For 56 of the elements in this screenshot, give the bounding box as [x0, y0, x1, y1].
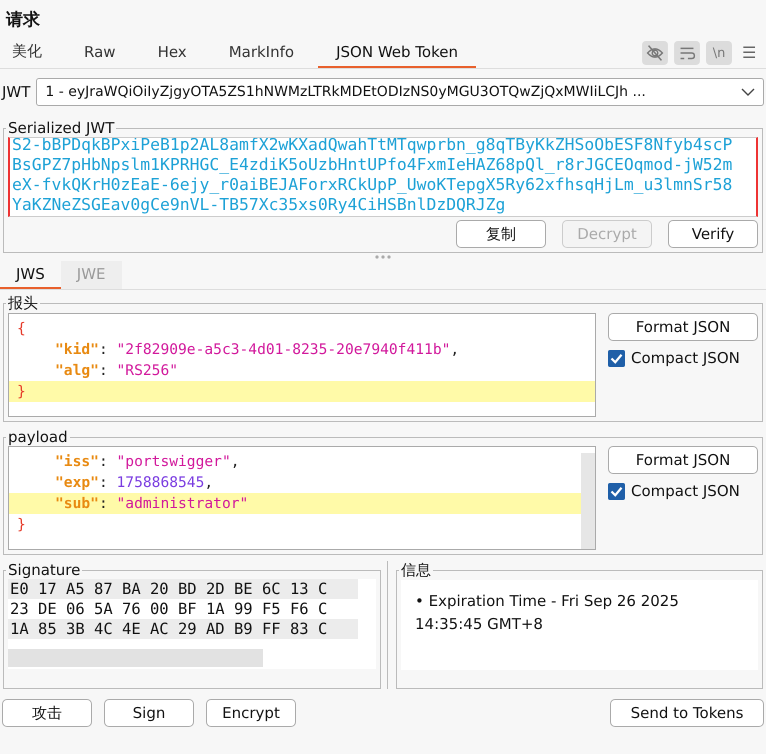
code-key: "exp"	[55, 474, 99, 491]
format-json-button[interactable]: Format JSON	[608, 446, 758, 474]
menu-button[interactable]: ☰	[738, 43, 760, 63]
json-editor[interactable]: { "kid": "2f82909e-a5c3-4d01-8235-20e7940f411b", "alg": "RS256" }	[8, 313, 596, 417]
format-json-button[interactable]: Format JSON	[608, 313, 758, 341]
code-colon: :	[98, 362, 109, 379]
editor-tab[interactable]: Raw	[66, 38, 134, 68]
scrollbar[interactable]	[581, 453, 595, 549]
editor-tab[interactable]: MarkInfo	[210, 38, 312, 68]
code-value: "2f82909e-a5c3-4d01-8235-20e7940f411b"	[116, 341, 450, 358]
section-legend: 信息	[399, 561, 433, 580]
section-legend: Serialized JWT	[6, 119, 116, 137]
code-key: "kid"	[55, 341, 99, 358]
send-to-tokens-button[interactable]: Send to Tokens	[610, 699, 764, 727]
code-brace: }	[17, 516, 26, 533]
code-value: "administrator"	[116, 495, 248, 512]
code-colon: :	[98, 495, 109, 512]
editor-tab[interactable]: Hex	[140, 38, 205, 68]
editor-tab[interactable]: JSON Web Token	[318, 38, 476, 68]
section-legend: 报头	[6, 294, 40, 313]
action-button[interactable]: Sign	[104, 699, 194, 727]
section-legend: payload	[6, 428, 70, 446]
info-text: • Expiration Time - Fri Sep 26 2025 14:35:45 GMT+8	[415, 591, 680, 635]
code-brace: }	[17, 383, 26, 400]
code-value: "RS256"	[116, 362, 178, 379]
jwt-dropdown[interactable]: 1 - eyJraWQiOiIyZjgyOTA5ZS1hNWMzLTRkMDEtODIzNS0yMGU3OTQwZjQxMWIiLCJh ...	[36, 78, 764, 106]
code-value: "portswigger"	[116, 453, 231, 470]
action-button[interactable]: 攻击	[2, 699, 92, 727]
code-key: "alg"	[55, 362, 99, 379]
code-colon: :	[98, 474, 109, 491]
action-button[interactable]: 复制	[456, 220, 546, 248]
section-legend: Signature	[6, 561, 82, 579]
code-key: "sub"	[55, 495, 99, 512]
scrollbar[interactable]	[8, 649, 263, 667]
code-comma: ,	[204, 474, 214, 491]
code-brace: {	[17, 320, 26, 337]
code-key: "iss"	[55, 453, 99, 470]
checkbox-label: Compact JSON	[631, 482, 740, 500]
action-button[interactable]: Verify	[668, 220, 758, 248]
compact-json-checkbox[interactable]	[608, 350, 625, 366]
code-value: 1758868545	[116, 474, 204, 491]
caret-icon	[741, 88, 755, 96]
splitter-handle-icon[interactable]	[375, 255, 391, 259]
jwt-label: JWT	[2, 83, 30, 101]
code-colon: :	[98, 453, 109, 470]
compact-json-checkbox[interactable]	[608, 482, 625, 500]
editor-tab[interactable]: 美化	[0, 38, 60, 68]
code-comma: ,	[230, 453, 240, 470]
eye-slash-icon[interactable]	[642, 41, 668, 65]
checkbox-label: Compact JSON	[631, 349, 740, 367]
panel-title: 请求	[4, 9, 41, 32]
action-button[interactable]: Encrypt	[206, 699, 296, 727]
code-comma: ,	[450, 341, 460, 358]
wrap-icon[interactable]	[674, 41, 700, 65]
code-colon: :	[98, 341, 109, 358]
json-editor[interactable]: "iss": "portswigger", "exp": 1758868545, "sub": "administrator" }	[8, 446, 596, 550]
